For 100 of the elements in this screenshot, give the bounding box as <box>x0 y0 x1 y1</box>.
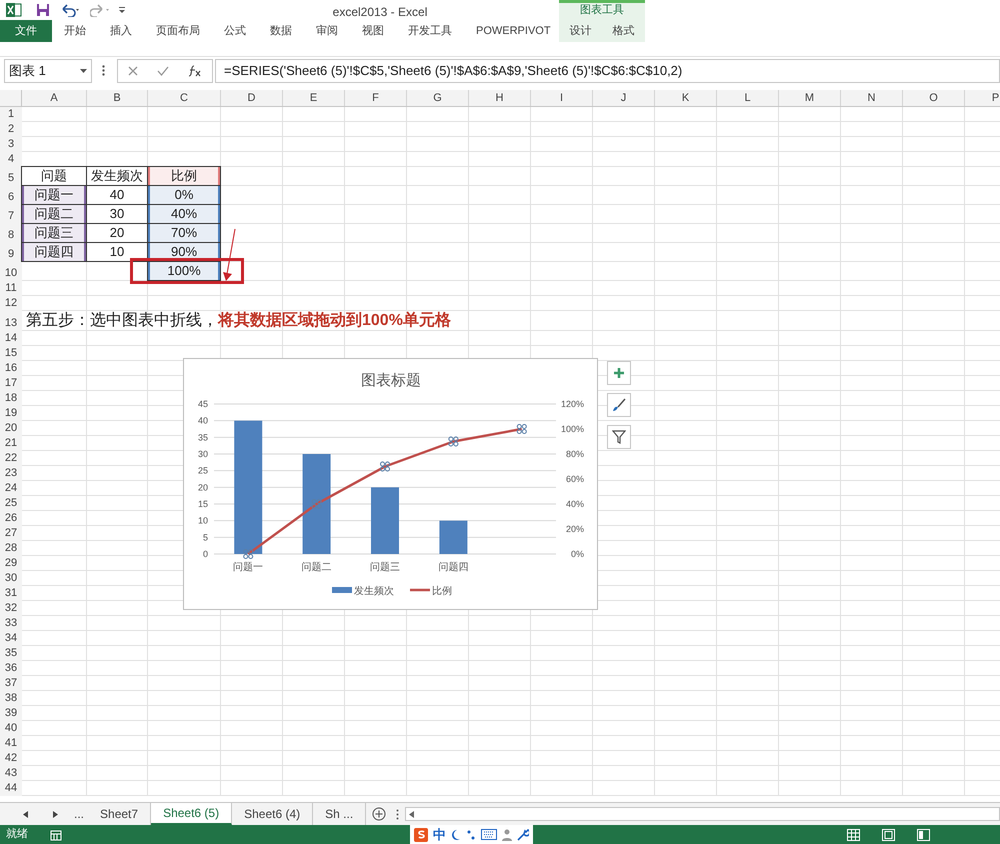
row-header[interactable]: 15 <box>0 346 22 361</box>
column-header[interactable]: P <box>965 90 1000 106</box>
person-icon[interactable] <box>502 828 512 840</box>
selection-handle-icon[interactable] <box>243 549 254 559</box>
column-header[interactable]: N <box>841 90 903 106</box>
ribbon-tab[interactable]: 审阅 <box>304 20 350 42</box>
row-header[interactable]: 30 <box>0 571 22 586</box>
row-header[interactable]: 33 <box>0 616 22 631</box>
row-header[interactable]: 21 <box>0 436 22 451</box>
row-header[interactable]: 27 <box>0 526 22 541</box>
normal-view-icon[interactable] <box>847 828 860 840</box>
column-header[interactable]: I <box>531 90 593 106</box>
punctuation-icon[interactable] <box>466 828 476 840</box>
sheet-tab[interactable]: Sheet6 (5) <box>151 803 232 825</box>
row-header[interactable]: 38 <box>0 691 22 706</box>
row-header[interactable]: 4 <box>0 152 22 167</box>
dropdown-caret-icon[interactable] <box>80 68 87 72</box>
save-icon[interactable] <box>36 3 50 17</box>
row-header[interactable]: 6 <box>0 186 22 205</box>
row-header[interactable]: 34 <box>0 631 22 646</box>
name-box[interactable]: 图表 1 <box>4 58 92 82</box>
ribbon-tab[interactable]: 文件 <box>0 20 52 42</box>
chart[interactable]: 图表标题 0 5 10 15 20 25 30 35 40 45 问题一 问题二 问题三 问题四 0% 20% 40% 60% 80% 100% 120% 发生频次 比例 <box>183 358 598 610</box>
ribbon-tab[interactable]: 公式 <box>212 20 258 42</box>
row-header[interactable]: 42 <box>0 751 22 766</box>
customize-toolbar-icon[interactable] <box>118 5 126 15</box>
ime-logo-icon[interactable] <box>414 828 428 842</box>
chart-title[interactable]: 图表标题 <box>361 372 421 389</box>
row-header[interactable]: 2 <box>0 122 22 137</box>
row-header[interactable]: 43 <box>0 766 22 781</box>
row-header[interactable]: 25 <box>0 496 22 511</box>
more-options-icon[interactable] <box>396 808 400 820</box>
wrench-icon[interactable] <box>517 828 529 840</box>
row-header[interactable]: 40 <box>0 721 22 736</box>
row-header[interactable]: 17 <box>0 376 22 391</box>
scroll-right-icon[interactable] <box>52 810 58 818</box>
row-header[interactable]: 13 <box>0 311 22 331</box>
column-header[interactable]: C <box>148 90 221 106</box>
row-header[interactable]: 44 <box>0 781 22 796</box>
row-header[interactable]: 24 <box>0 481 22 496</box>
column-header[interactable]: B <box>87 90 148 106</box>
ribbon-tab[interactable]: 开始 <box>52 20 98 42</box>
more-sheets-button[interactable]: ... <box>70 803 88 825</box>
ime-mode-text[interactable]: 中 <box>433 824 446 844</box>
horizontal-scrollbar[interactable] <box>405 807 1000 821</box>
page-break-view-icon[interactable] <box>917 828 930 840</box>
scroll-left-icon[interactable] <box>22 810 28 818</box>
row-header[interactable]: 18 <box>0 391 22 406</box>
macro-record-icon[interactable] <box>50 828 62 840</box>
ribbon-tab[interactable]: 插入 <box>98 20 144 42</box>
column-header[interactable]: F <box>345 90 407 106</box>
column-header[interactable]: K <box>655 90 717 106</box>
row-header[interactable]: 23 <box>0 466 22 481</box>
row-header[interactable]: 31 <box>0 586 22 601</box>
line-series[interactable] <box>247 428 522 555</box>
row-header[interactable]: 29 <box>0 556 22 571</box>
more-options-icon[interactable] <box>102 65 105 76</box>
moon-icon[interactable] <box>451 828 461 840</box>
column-header[interactable]: O <box>903 90 965 106</box>
row-header[interactable]: 26 <box>0 511 22 526</box>
column-header[interactable]: D <box>221 90 283 106</box>
row-header[interactable]: 19 <box>0 406 22 421</box>
undo-icon[interactable] <box>60 3 82 17</box>
row-header[interactable]: 41 <box>0 736 22 751</box>
row-header[interactable]: 16 <box>0 361 22 376</box>
column-header[interactable]: M <box>779 90 841 106</box>
keyboard-icon[interactable] <box>481 829 497 840</box>
row-header[interactable]: 39 <box>0 706 22 721</box>
ribbon-tab[interactable]: 开发工具 <box>396 20 464 42</box>
row-header[interactable]: 8 <box>0 224 22 243</box>
row-header[interactable]: 22 <box>0 451 22 466</box>
scroll-left-icon[interactable] <box>409 810 414 818</box>
column-header[interactable]: A <box>22 90 87 106</box>
chart-styles-button[interactable] <box>607 393 631 417</box>
selection-handle-icon[interactable] <box>516 424 527 434</box>
row-header[interactable]: 5 <box>0 167 22 186</box>
column-header[interactable]: J <box>593 90 655 106</box>
ribbon-tab[interactable]: 视图 <box>350 20 396 42</box>
row-header[interactable]: 20 <box>0 421 22 436</box>
column-header[interactable]: L <box>717 90 779 106</box>
ribbon-tab[interactable]: 页面布局 <box>144 20 212 42</box>
add-chart-element-button[interactable] <box>607 361 631 385</box>
new-sheet-icon[interactable] <box>372 807 386 821</box>
row-header[interactable]: 14 <box>0 331 22 346</box>
row-header[interactable]: 1 <box>0 107 22 122</box>
ribbon-tab[interactable]: POWERPIVOT <box>464 20 563 42</box>
cancel-icon[interactable] <box>128 66 138 76</box>
ribbon-tab[interactable]: 数据 <box>258 20 304 42</box>
selection-handle-icon[interactable] <box>312 499 322 509</box>
row-header[interactable]: 36 <box>0 661 22 676</box>
ime-toolbar[interactable]: 中 <box>410 825 533 844</box>
row-header[interactable]: 32 <box>0 601 22 616</box>
row-header[interactable]: 11 <box>0 281 22 296</box>
column-header[interactable]: H <box>469 90 531 106</box>
row-header[interactable]: 9 <box>0 243 22 262</box>
formula-field[interactable]: =SERIES('Sheet6 (5)'!$C$5,'Sheet6 (5)'!$A$6:$A$9,'Sheet6 (5)'!$C$6:$C$10,2) <box>215 58 1000 82</box>
column-header[interactable]: G <box>407 90 469 106</box>
check-icon[interactable] <box>156 66 169 76</box>
page-layout-view-icon[interactable] <box>882 828 895 840</box>
ribbon-tab[interactable]: 设计 <box>564 20 598 42</box>
